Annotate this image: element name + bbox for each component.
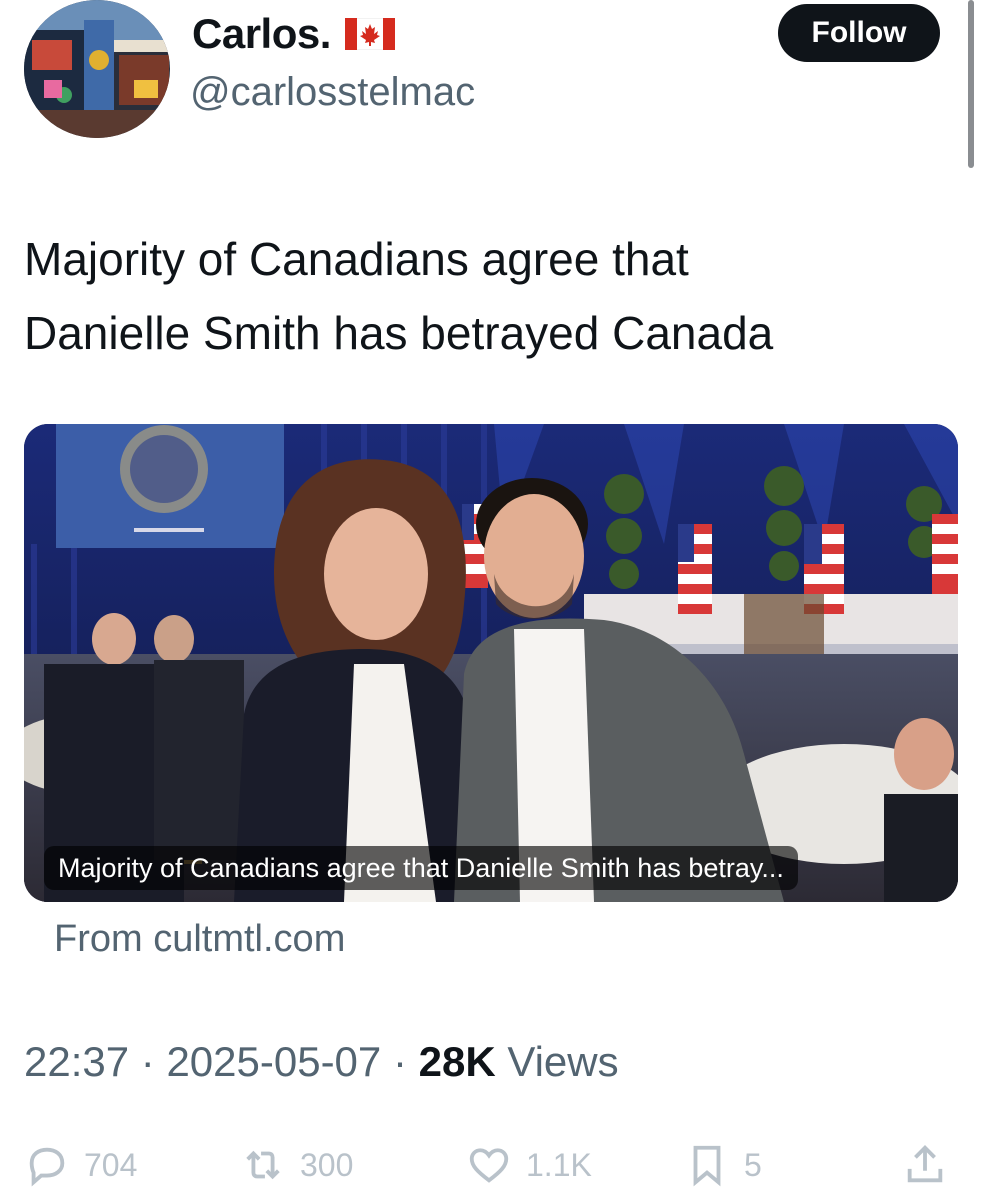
display-name[interactable]: Carlos. — [192, 10, 331, 58]
like-button[interactable]: 1.1K — [466, 1140, 592, 1190]
tweet-meta: 22:37 · 2025-05-07 · 28K Views — [24, 1038, 619, 1086]
repost-count: 300 — [300, 1146, 354, 1183]
link-card[interactable]: Majority of Canadians agree that Daniell… — [24, 424, 958, 902]
scrollbar[interactable] — [968, 0, 974, 168]
bookmark-icon — [693, 1145, 721, 1187]
tweet-time[interactable]: 22:37 — [24, 1038, 129, 1085]
avatar-image — [24, 0, 170, 138]
meta-separator: · — [129, 1038, 167, 1085]
reply-icon — [29, 1147, 65, 1187]
tweet-text-line-2: Danielle Smith has betrayed Canada — [24, 307, 774, 359]
tweet-text: Majority of Canadians agree that Daniell… — [24, 222, 944, 370]
repost-button[interactable]: 300 — [240, 1140, 353, 1190]
tweet-text-line-1: Majority of Canadians agree that — [24, 233, 689, 285]
bookmark-button[interactable]: 5 — [684, 1140, 762, 1190]
canada-flag-icon — [344, 18, 395, 50]
card-image — [24, 424, 958, 902]
tweet-page: Carlos. @carlosstelmac Follow Majority o… — [0, 0, 982, 1200]
author-name-row[interactable]: Carlos. — [192, 10, 395, 58]
share-button[interactable] — [902, 1140, 948, 1190]
tweet-date[interactable]: 2025-05-07 — [166, 1038, 381, 1085]
action-bar: 704 300 1.1K 5 — [24, 1140, 958, 1190]
card-source[interactable]: From cultmtl.com — [54, 918, 345, 961]
avatar[interactable] — [24, 0, 170, 138]
views-count: 28K — [418, 1038, 496, 1085]
card-caption: Majority of Canadians agree that Daniell… — [44, 846, 798, 890]
reply-count: 704 — [84, 1146, 138, 1183]
handle[interactable]: @carlosstelmac — [190, 70, 475, 115]
bookmark-count: 5 — [744, 1146, 762, 1183]
repost-icon — [246, 1150, 280, 1180]
meta-separator: · — [381, 1038, 419, 1085]
follow-button[interactable]: Follow — [778, 4, 940, 62]
reply-button[interactable]: 704 — [24, 1140, 137, 1190]
heart-icon — [469, 1148, 509, 1183]
views-label: Views — [495, 1038, 619, 1085]
share-icon — [907, 1145, 943, 1183]
like-count: 1.1K — [526, 1146, 592, 1183]
